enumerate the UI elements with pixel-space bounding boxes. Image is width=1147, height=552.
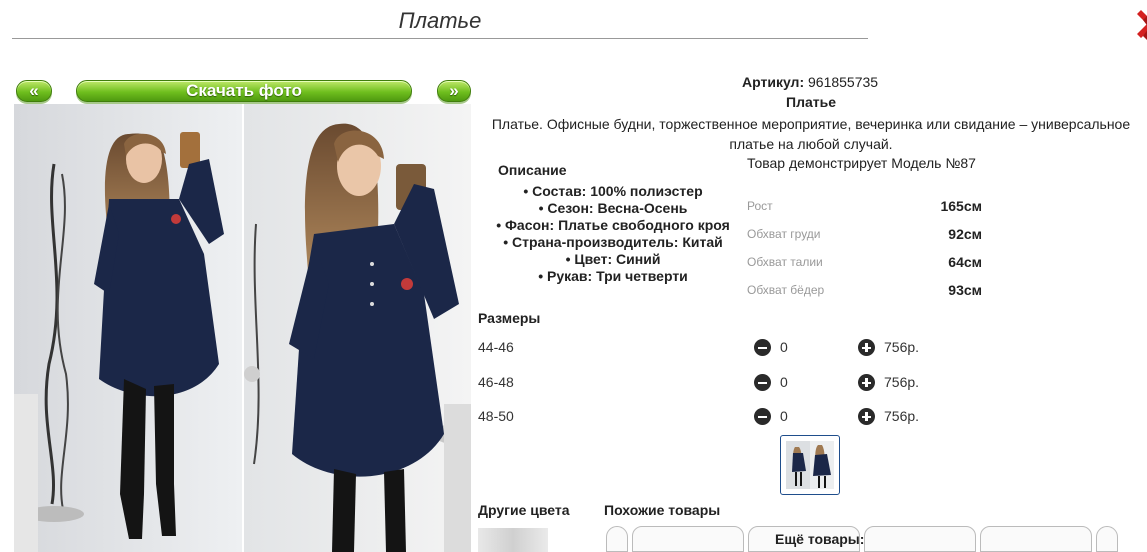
measurement-label: Обхват бёдер — [747, 283, 825, 297]
measurement-value: 93см — [948, 282, 982, 298]
size-label: 46-48 — [478, 374, 514, 390]
article-number: Артикул: 961855735 — [742, 74, 878, 90]
measurement-row: Обхват талии 64см — [747, 252, 987, 280]
spec-item: Рукав: Три четверти — [478, 268, 748, 285]
product-name: Платье — [786, 94, 836, 110]
quantity-value: 0 — [780, 374, 788, 390]
similar-next-button[interactable] — [1096, 526, 1118, 552]
color-swatch[interactable] — [478, 528, 548, 552]
similar-product-tab[interactable] — [864, 526, 976, 552]
minus-icon[interactable] — [754, 408, 771, 425]
download-photo-button[interactable]: Скачать фото — [76, 80, 412, 102]
measurement-value: 92см — [948, 226, 982, 242]
spec-item: Цвет: Синий — [478, 251, 748, 268]
measurement-value: 64см — [948, 254, 982, 270]
page-title: Платье — [398, 8, 482, 33]
spec-item: Состав: 100% полиэстер — [478, 183, 748, 200]
size-label: 44-46 — [478, 339, 514, 355]
model-note: Товар демонстрирует Модель №87 — [747, 155, 976, 171]
spec-list: Состав: 100% полиэстер Сезон: Весна-Осен… — [478, 183, 748, 285]
plus-icon[interactable] — [858, 374, 875, 391]
measurement-row: Рост 165см — [747, 196, 987, 224]
article-value: 961855735 — [808, 74, 879, 90]
spec-item: Сезон: Весна-Осень — [478, 200, 748, 217]
size-label: 48-50 — [478, 408, 514, 424]
quantity-value: 0 — [780, 339, 788, 355]
photo-thumbnail[interactable] — [780, 435, 840, 495]
next-photo-button[interactable]: » — [437, 80, 471, 102]
size-row: 48-50 0 756р. — [478, 408, 948, 428]
similar-product-tab[interactable] — [632, 526, 744, 552]
measurements-table: Рост 165см Обхват груди 92см Обхват тали… — [747, 196, 987, 308]
sizes-heading: Размеры — [478, 310, 541, 326]
quantity-value: 0 — [780, 408, 788, 424]
price: 756р. — [884, 339, 920, 355]
measurement-label: Обхват талии — [747, 255, 823, 269]
measurement-row: Обхват груди 92см — [747, 224, 987, 252]
measurement-row: Обхват бёдер 93см — [747, 280, 987, 308]
plus-icon[interactable] — [858, 408, 875, 425]
product-photo[interactable] — [14, 104, 471, 552]
close-icon[interactable] — [1133, 8, 1147, 48]
measurement-label: Обхват груди — [747, 227, 821, 241]
similar-product-tab[interactable] — [980, 526, 1092, 552]
size-row: 46-48 0 756р. — [478, 374, 948, 394]
description-heading: Описание — [498, 162, 567, 178]
more-products-heading: Ещё товары: — [775, 531, 865, 547]
price: 756р. — [884, 374, 920, 390]
minus-icon[interactable] — [754, 374, 771, 391]
other-colors-heading: Другие цвета — [478, 502, 570, 518]
measurement-value: 165см — [940, 198, 982, 214]
article-label: Артикул: — [742, 74, 805, 90]
minus-icon[interactable] — [754, 339, 771, 356]
size-row: 44-46 0 756р. — [478, 339, 948, 359]
title-divider — [12, 38, 868, 39]
similar-prev-button[interactable] — [606, 526, 628, 552]
similar-products-heading: Похожие товары — [604, 502, 721, 518]
measurement-label: Рост — [747, 199, 773, 213]
spec-item: Фасон: Платье свободного кроя — [478, 217, 748, 234]
price: 756р. — [884, 408, 920, 424]
product-description: Платье. Офисные будни, торжественное мер… — [491, 116, 1131, 152]
spec-item: Страна-производитель: Китай — [478, 234, 748, 251]
plus-icon[interactable] — [858, 339, 875, 356]
prev-photo-button[interactable]: « — [16, 80, 52, 102]
